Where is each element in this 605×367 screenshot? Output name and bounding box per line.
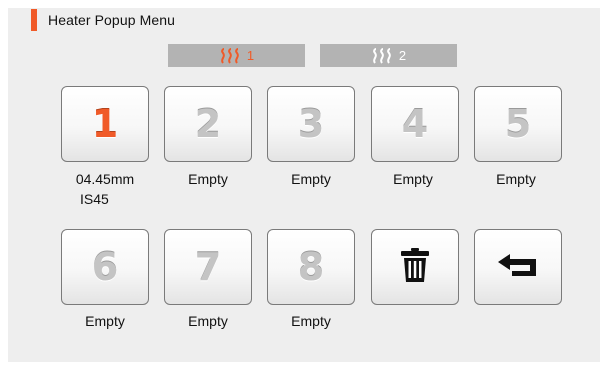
trash-icon	[400, 247, 430, 287]
slot-number: 7	[194, 245, 222, 289]
slot-caption-8: Empty	[291, 313, 331, 329]
slot-number: 3	[297, 102, 325, 146]
slot-caption-line: IS45	[80, 191, 109, 207]
slot-caption-5: Empty	[496, 171, 536, 187]
slot-button-3[interactable]: 3	[267, 86, 355, 162]
slot-button-1[interactable]: 1	[61, 86, 149, 162]
heat-waves-icon	[371, 47, 397, 64]
slot-number: 1	[91, 102, 119, 146]
return-arrow-icon	[496, 252, 540, 283]
slot-caption-3: Empty	[291, 171, 331, 187]
slot-number: 4	[401, 102, 429, 146]
heat-waves-icon	[219, 47, 245, 64]
heater-tab-1[interactable]: 1	[168, 44, 305, 67]
heater-tab-2-label: 2	[398, 48, 407, 63]
title-accent-bar	[31, 9, 37, 31]
slot-caption-7: Empty	[188, 313, 228, 329]
page-title: Heater Popup Menu	[48, 12, 176, 28]
slot-button-4[interactable]: 4	[371, 86, 459, 162]
slot-number: 6	[91, 245, 119, 289]
back-button[interactable]	[474, 229, 562, 305]
heater-tab-1-label: 1	[246, 48, 255, 63]
slot-caption-6: Empty	[85, 313, 125, 329]
slot-button-2[interactable]: 2	[164, 86, 252, 162]
delete-button[interactable]	[371, 229, 459, 305]
slot-caption-4: Empty	[393, 171, 433, 187]
slot-button-7[interactable]: 7	[164, 229, 252, 305]
slot-caption-2: Empty	[188, 171, 228, 187]
slot-caption-line: 04.45mm	[75, 171, 135, 187]
slot-button-8[interactable]: 8	[267, 229, 355, 305]
slot-number: 8	[297, 245, 325, 289]
slot-caption-1: 04.45mm IS45	[50, 171, 160, 208]
slot-number: 5	[504, 102, 532, 146]
heater-tab-2[interactable]: 2	[320, 44, 457, 67]
slot-number: 2	[194, 102, 222, 146]
slot-button-5[interactable]: 5	[474, 86, 562, 162]
slot-button-6[interactable]: 6	[61, 229, 149, 305]
